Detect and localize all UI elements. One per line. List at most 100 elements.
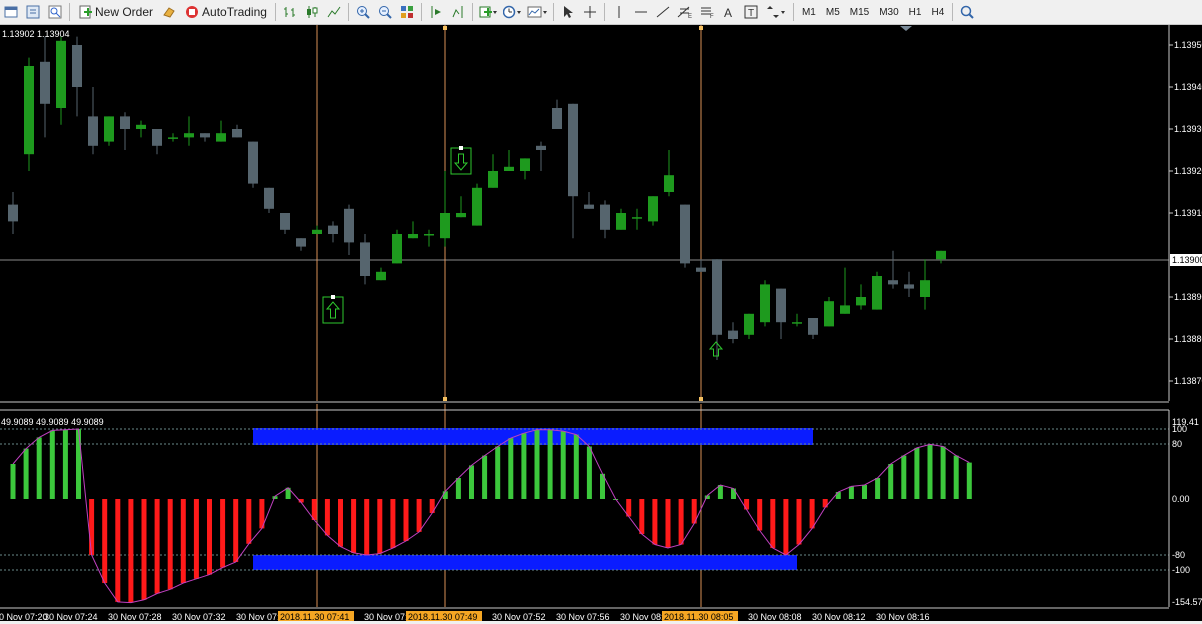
- histogram-bar-down: [207, 499, 212, 575]
- bull-candle: [872, 276, 882, 310]
- autotrading-icon: [186, 6, 199, 18]
- bear-candle: [88, 116, 98, 146]
- bull-candle: [408, 234, 418, 239]
- toolbar-separator: [347, 3, 349, 21]
- text-label-icon[interactable]: T: [741, 2, 761, 22]
- toolbar-separator: [471, 3, 473, 21]
- autotrading-button[interactable]: AutoTrading: [181, 2, 271, 22]
- text-tool-icon[interactable]: A: [719, 2, 739, 22]
- new-order-button[interactable]: New Order: [74, 2, 157, 22]
- histogram-bar-up: [901, 455, 907, 499]
- vline-handle[interactable]: [699, 26, 703, 30]
- toolbar-separator: [792, 3, 794, 21]
- bull-candle: [648, 196, 658, 222]
- histogram-bar-down: [757, 499, 763, 531]
- channel-icon[interactable]: F: [697, 2, 717, 22]
- histogram-bar-down: [233, 499, 239, 562]
- histogram-bar-up: [875, 478, 881, 499]
- vline-handle[interactable]: [443, 397, 447, 401]
- zoom-in-icon[interactable]: [353, 2, 373, 22]
- tile-windows-icon[interactable]: [397, 2, 417, 22]
- histogram-bar-down: [783, 499, 789, 555]
- time-label: 30 Nov 07:32: [172, 612, 226, 621]
- histogram-bar-up: [586, 446, 592, 499]
- toolbar-separator: [952, 3, 954, 21]
- histogram-bar-down: [246, 499, 252, 544]
- search-icon[interactable]: [957, 2, 977, 22]
- histogram-bar-down: [154, 499, 160, 594]
- level-label-min: -154.57: [1172, 597, 1202, 607]
- histogram-bar-up: [953, 455, 959, 499]
- histogram-bar-up: [10, 464, 16, 499]
- histogram-bar-down: [128, 499, 134, 603]
- histogram-bar-up: [862, 485, 867, 499]
- chart-canvas[interactable]: 1.13902 1.13904 1.139501.139401.139301.1…: [0, 25, 1202, 622]
- bear-candle: [680, 204, 690, 264]
- bear-candle: [152, 129, 162, 146]
- histogram-bar-up: [835, 492, 841, 499]
- bull-candle: [856, 297, 866, 306]
- histogram-bar-down: [167, 499, 173, 590]
- histogram-bar-down: [652, 499, 658, 545]
- indicator-header: 49.9089 49.9089 49.9089: [1, 417, 104, 427]
- histogram-bar-up: [76, 429, 81, 499]
- bar-chart-icon[interactable]: [280, 2, 300, 22]
- zoom-out-icon[interactable]: [375, 2, 395, 22]
- histogram-bar-down: [390, 499, 396, 548]
- histogram-bar-down: [416, 499, 422, 532]
- chart-window[interactable]: 1.13902 1.13904 1.139501.139401.139301.1…: [0, 25, 1202, 622]
- crosshair-icon[interactable]: [580, 2, 600, 22]
- timeframe-h1[interactable]: H1: [904, 7, 927, 18]
- market-watch-icon[interactable]: [159, 2, 179, 22]
- histogram-bar-up: [940, 446, 946, 499]
- chart-window-icon[interactable]: [1, 2, 21, 22]
- bull-candle: [504, 166, 514, 171]
- vline-handle[interactable]: [443, 26, 447, 30]
- arrows-menu-icon[interactable]: [763, 2, 789, 22]
- chart-shift-icon[interactable]: [426, 2, 446, 22]
- periods-icon[interactable]: [501, 2, 523, 22]
- time-label: 30 Nov 07:20: [0, 612, 48, 621]
- bull-candle: [424, 234, 434, 236]
- zoom-window-icon[interactable]: [45, 2, 65, 22]
- bull-candle: [664, 175, 674, 192]
- templates-icon[interactable]: [525, 2, 549, 22]
- timeframe-m1[interactable]: M1: [797, 7, 821, 18]
- timeframe-m15[interactable]: M15: [845, 7, 874, 18]
- histogram-bar-down: [180, 499, 186, 583]
- histogram-bar-down: [89, 499, 95, 555]
- price-panel[interactable]: [0, 25, 1169, 401]
- cursor-icon[interactable]: [558, 2, 578, 22]
- bid-ask-text: 1.13902 1.13904: [2, 29, 70, 39]
- bear-candle: [536, 145, 546, 150]
- level-label-80: 80: [1172, 439, 1182, 449]
- histogram-bar-down: [639, 499, 645, 534]
- histogram-bar-down: [220, 499, 226, 568]
- timeframe-h4[interactable]: H4: [926, 7, 949, 18]
- histogram-bar-down: [141, 499, 147, 600]
- histogram-bar-up: [534, 429, 540, 499]
- trendline-icon[interactable]: [653, 2, 673, 22]
- toolbar-separator: [603, 3, 605, 21]
- profiles-icon[interactable]: [23, 2, 43, 22]
- histogram-bar-up: [62, 429, 68, 499]
- fibonacci-icon[interactable]: E: [675, 2, 695, 22]
- indicator-panel[interactable]: 49.9089 49.9089 49.9089: [0, 417, 1169, 604]
- timeframe-m30[interactable]: M30: [874, 7, 903, 18]
- vline-handle[interactable]: [699, 397, 703, 401]
- auto-scroll-icon[interactable]: [448, 2, 468, 22]
- timeframe-m5[interactable]: M5: [821, 7, 845, 18]
- indicators-icon[interactable]: [477, 2, 499, 22]
- histogram-bar-down: [770, 499, 776, 548]
- bull-candle: [472, 187, 482, 226]
- time-label: 30 Nov 08:16: [876, 612, 930, 621]
- histogram-bar-down: [377, 499, 383, 554]
- bull-candle: [376, 271, 386, 281]
- toolbar-separator: [420, 3, 422, 21]
- bull-candle: [632, 217, 642, 219]
- histogram-bar-up: [521, 433, 527, 499]
- candlesticks-icon[interactable]: [302, 2, 322, 22]
- horizontal-line-icon[interactable]: [631, 2, 651, 22]
- vertical-line-icon[interactable]: [609, 2, 629, 22]
- line-chart-icon[interactable]: [324, 2, 344, 22]
